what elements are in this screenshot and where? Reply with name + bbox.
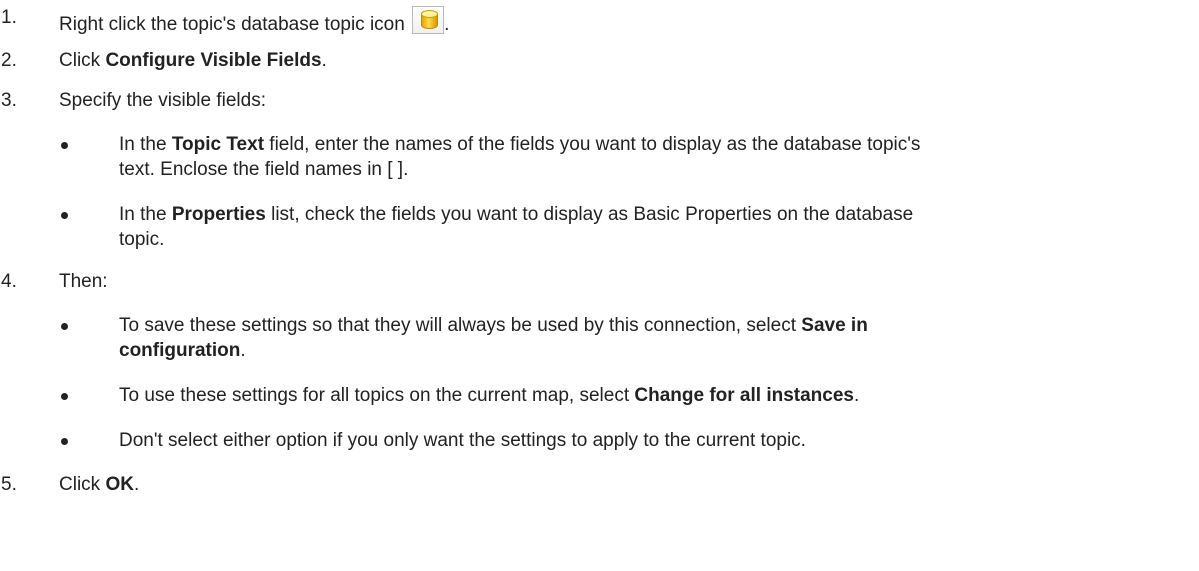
bullet-dot [61, 212, 68, 219]
bullet-text: In the Topic Text field, enter the names… [119, 134, 921, 155]
step-number: 5. [1, 474, 17, 495]
bullet-dot [61, 323, 68, 330]
ui-term: Properties [171, 204, 266, 225]
ui-term: OK [105, 474, 134, 495]
bullet-text: To save these settings so that they will… [119, 315, 868, 336]
bullet-text: Don't select either option if you only w… [119, 430, 806, 451]
bullet-dot [61, 393, 68, 400]
step-text: Right click the topic's database topic i… [59, 6, 449, 37]
bullet-dot [61, 438, 68, 445]
step-number: 3. [1, 90, 17, 111]
step-text: Then: [59, 271, 108, 292]
step-text: Click Configure Visible Fields. [59, 50, 327, 71]
step-number: 4. [1, 271, 17, 292]
ui-term: Save in [801, 315, 868, 336]
ui-term: Topic Text [171, 134, 265, 155]
ui-term: configuration [119, 340, 241, 361]
step-number: 1. [1, 7, 17, 28]
ui-term: Change for all instances [634, 385, 854, 406]
bullet-text: In the Properties list, check the fields… [119, 204, 914, 225]
bullet-dot [61, 142, 68, 149]
bullet-text: topic. [119, 229, 165, 250]
step-number: 2. [1, 50, 17, 71]
bullet-text: To use these settings for all topics on … [119, 385, 860, 406]
bullet-text: text. Enclose the field names in [ ]. [119, 159, 409, 180]
bullet-text: configuration. [119, 340, 246, 361]
step-text: Click OK. [59, 474, 140, 495]
ui-term: Configure Visible Fields [105, 50, 322, 71]
database-topic-icon [412, 6, 445, 34]
step-text: Specify the visible fields: [59, 90, 266, 111]
